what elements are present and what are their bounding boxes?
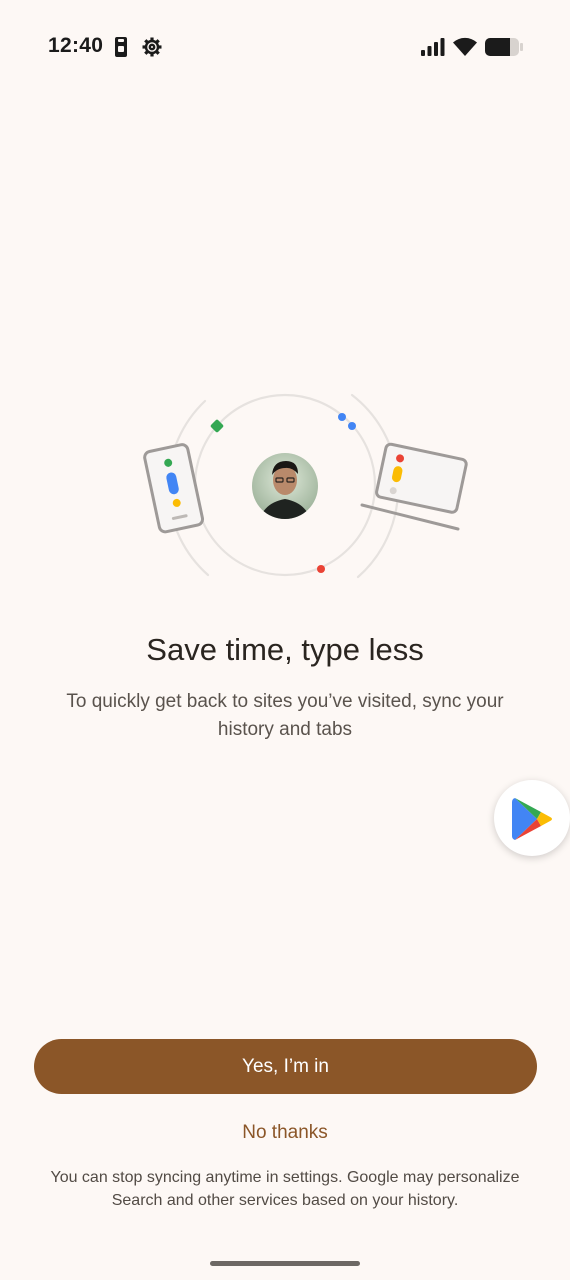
yes-im-in-button[interactable]: Yes, I’m in [34, 1039, 537, 1094]
page-subtitle: To quickly get back to sites you’ve visi… [66, 691, 504, 740]
sync-illustration [130, 385, 470, 595]
battery-icon [485, 38, 523, 56]
gesture-nav-handle[interactable] [210, 1261, 360, 1266]
gear-icon [142, 37, 162, 57]
red-dot [317, 565, 325, 573]
blue-dot [348, 422, 356, 430]
wifi-icon [453, 37, 477, 56]
phone-icon [143, 443, 205, 534]
status-bar: 12:40 [0, 0, 570, 92]
page-title: Save time, type less [146, 632, 424, 667]
sync-disclaimer: You can stop syncing anytime in settings… [50, 1169, 520, 1209]
screen-record-icon [115, 37, 127, 57]
play-store-icon [512, 798, 552, 840]
play-store-bubble[interactable] [494, 780, 570, 856]
avatar [252, 453, 318, 519]
signal-icon [421, 38, 445, 56]
no-thanks-button[interactable]: No thanks [185, 1116, 385, 1150]
blue-dot [338, 413, 346, 421]
status-time: 12:40 [48, 34, 104, 57]
laptop-icon [360, 442, 468, 531]
